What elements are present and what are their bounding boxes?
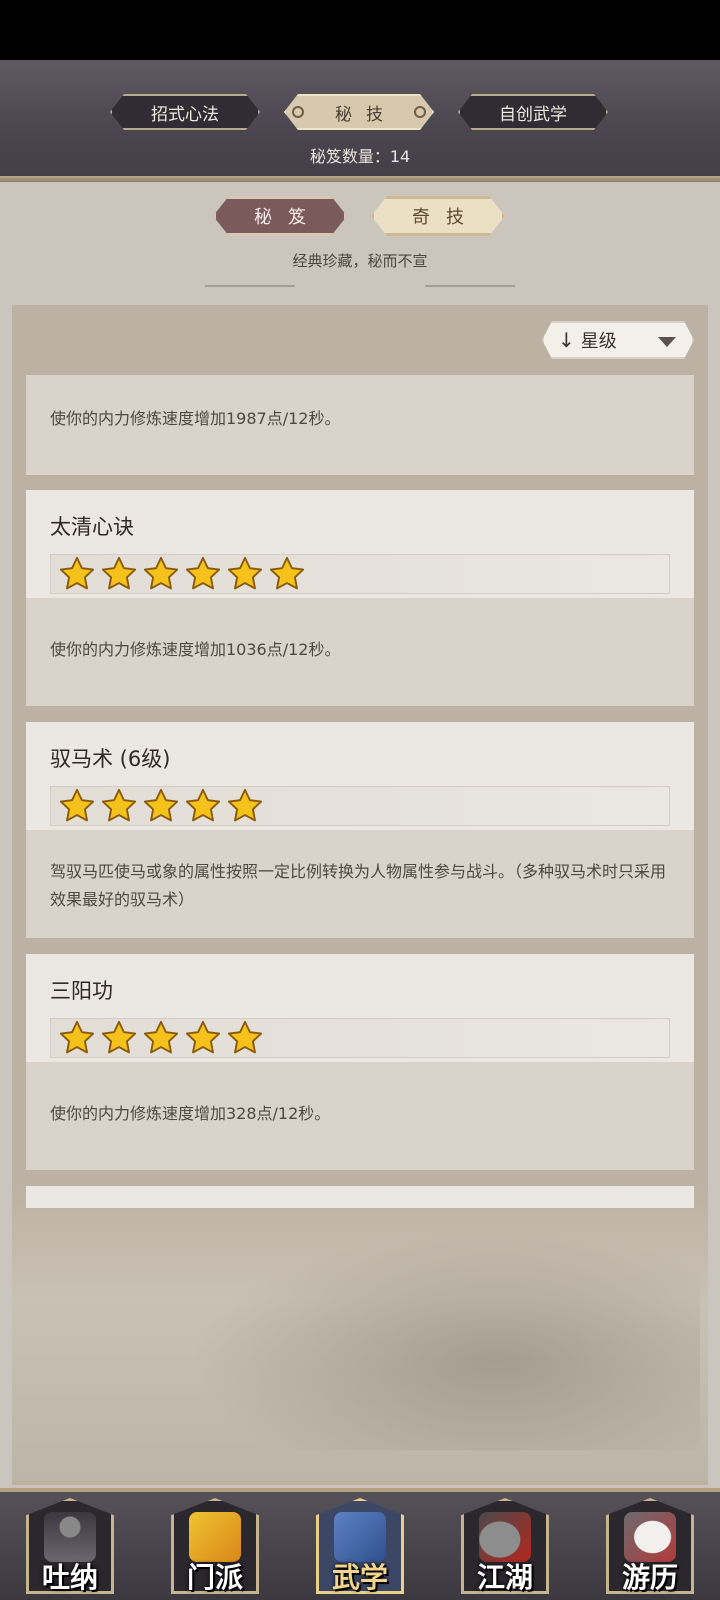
subtab-label: 秘笈	[254, 207, 322, 228]
card-description: 使你的内力修炼速度增加1987点/12秒。	[26, 375, 694, 475]
star-icon	[59, 788, 95, 822]
divider	[205, 285, 295, 287]
nav-item-martial-arts[interactable]: 武学	[310, 1492, 410, 1600]
card-description: 使你的内力修炼速度增加1036点/12秒。	[26, 598, 694, 706]
star-icon	[185, 556, 221, 590]
manual-card[interactable]: 驭马术 (6级) 驾驭马匹使马或象的属性按照一定比例转换为人物属性参与战斗。（多…	[26, 722, 694, 938]
secret-count: 秘笈数量：14	[309, 147, 411, 166]
nav-label: 武学	[331, 1561, 388, 1594]
tab-moves-mind-method[interactable]: 招式心法	[110, 94, 260, 130]
card-description: 驾驭马匹使马或象的属性按照一定比例转换为人物属性参与战斗。（多种驭马术时只采用效…	[26, 830, 694, 938]
star-icon	[143, 788, 179, 822]
arrow-down-icon: ↓	[558, 328, 575, 352]
star-icon	[269, 556, 305, 590]
tab-secret-skills[interactable]: 秘技	[284, 94, 434, 130]
tab-self-created-martial-arts[interactable]: 自创武学	[458, 94, 608, 130]
star-rating	[50, 554, 670, 594]
manual-card[interactable]: 使你的内力修炼速度增加1987点/12秒。	[26, 375, 694, 475]
manual-card[interactable]: 三阳功 使你的内力修炼速度增加328点/12秒。	[26, 954, 694, 1170]
star-icon	[227, 556, 263, 590]
motto-text: 经典珍藏，秘而不宣	[292, 252, 428, 270]
ornament-icon	[414, 106, 426, 118]
nav-item-travel[interactable]: 游历	[600, 1492, 700, 1600]
nav-label: 江湖	[476, 1561, 533, 1594]
ink-figure-illustration	[190, 1230, 700, 1450]
card-title: 太清心诀	[50, 515, 134, 539]
tab-label: 自创武学	[499, 104, 567, 125]
subtab-special-skills[interactable]: 奇技	[371, 196, 505, 236]
star-icon	[185, 1020, 221, 1054]
nav-item-jianghu[interactable]: 江湖	[455, 1492, 555, 1600]
star-rating	[50, 1018, 670, 1058]
star-icon	[227, 788, 263, 822]
card-header	[26, 1186, 694, 1208]
tab-label: 秘技	[335, 104, 397, 125]
card-title: 三阳功	[50, 979, 113, 1003]
nav-label: 门派	[186, 1561, 243, 1594]
sort-dropdown[interactable]: ↓ 星级	[542, 321, 694, 359]
card-title: 驭马术 (6级)	[50, 747, 171, 771]
star-icon	[101, 556, 137, 590]
card-description: 使你的内力修炼速度增加328点/12秒。	[26, 1062, 694, 1170]
status-bar	[0, 0, 720, 60]
card-header: 太清心诀	[26, 490, 694, 598]
manual-card[interactable]: 太清心诀 使你的内力修炼速度增加1036点/12秒。	[26, 490, 694, 706]
star-icon	[143, 1020, 179, 1054]
martial-book-icon	[334, 1512, 386, 1562]
nav-label: 游历	[621, 1561, 678, 1594]
star-icon	[101, 1020, 137, 1054]
caret-down-icon	[658, 337, 676, 347]
card-header: 驭马术 (6级)	[26, 722, 694, 830]
manual-card-partial[interactable]	[26, 1186, 694, 1208]
meditating-figure-icon	[44, 1512, 96, 1562]
card-header: 三阳功	[26, 954, 694, 1062]
nav-item-breathing[interactable]: 吐纳	[20, 1492, 120, 1600]
sort-label: 星级	[580, 331, 617, 352]
star-icon	[59, 556, 95, 590]
sect-flag-icon	[189, 1512, 241, 1562]
nav-label: 吐纳	[41, 1561, 98, 1594]
star-icon	[227, 1020, 263, 1054]
hat-icon	[479, 1512, 531, 1562]
star-icon	[143, 556, 179, 590]
subtab-label: 奇技	[412, 207, 480, 228]
tab-label: 招式心法	[151, 104, 219, 125]
star-icon	[185, 788, 221, 822]
star-icon	[59, 1020, 95, 1054]
subtab-secret-manuals[interactable]: 秘笈	[213, 196, 347, 236]
star-rating	[50, 786, 670, 826]
horse-icon	[624, 1512, 676, 1562]
divider	[425, 285, 515, 287]
ornament-icon	[292, 106, 304, 118]
star-icon	[101, 788, 137, 822]
nav-item-sect[interactable]: 门派	[165, 1492, 265, 1600]
